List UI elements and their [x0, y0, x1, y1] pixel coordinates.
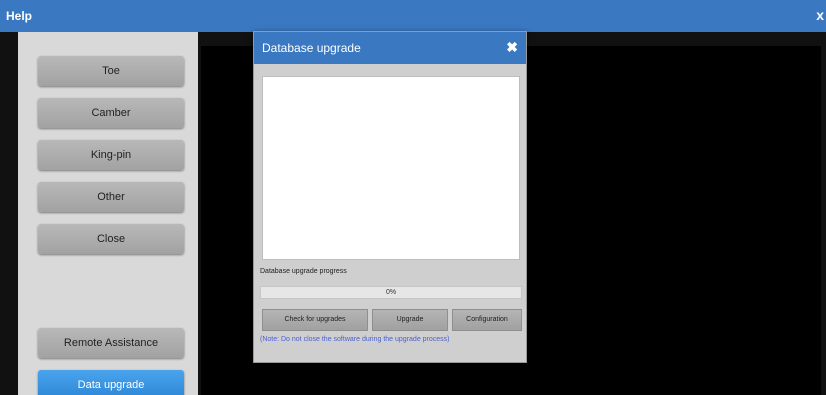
- king-pin-button[interactable]: King-pin: [38, 140, 184, 170]
- window-title: Help: [6, 9, 33, 23]
- upgrade-log-area[interactable]: [262, 76, 520, 260]
- camber-button[interactable]: Camber: [38, 98, 184, 128]
- dialog-title: Database upgrade: [262, 41, 361, 55]
- sidebar: Toe Camber King-pin Other Close Remote A…: [18, 32, 198, 395]
- remote-assistance-button[interactable]: Remote Assistance: [38, 328, 184, 358]
- database-upgrade-dialog: Database upgrade ✖ Database upgrade prog…: [253, 31, 527, 363]
- upgrade-note: (Note: Do not close the software during …: [260, 336, 450, 343]
- window-close-icon[interactable]: x: [816, 7, 824, 23]
- check-for-upgrades-button[interactable]: Check for upgrades: [262, 309, 368, 331]
- dialog-close-icon[interactable]: ✖: [506, 39, 518, 56]
- other-button[interactable]: Other: [38, 182, 184, 212]
- configuration-button[interactable]: Configuration: [452, 309, 522, 331]
- upgrade-button[interactable]: Upgrade: [372, 309, 448, 331]
- dialog-title-bar: Database upgrade ✖: [254, 32, 526, 64]
- close-button[interactable]: Close: [38, 224, 184, 254]
- progress-label: Database upgrade progress: [260, 268, 347, 275]
- progress-percent: 0%: [385, 289, 397, 296]
- window-title-bar: Help x: [0, 0, 826, 32]
- upgrade-progress-bar: 0%: [260, 286, 522, 299]
- toe-button[interactable]: Toe: [38, 56, 184, 86]
- data-upgrade-button[interactable]: Data upgrade: [38, 370, 184, 395]
